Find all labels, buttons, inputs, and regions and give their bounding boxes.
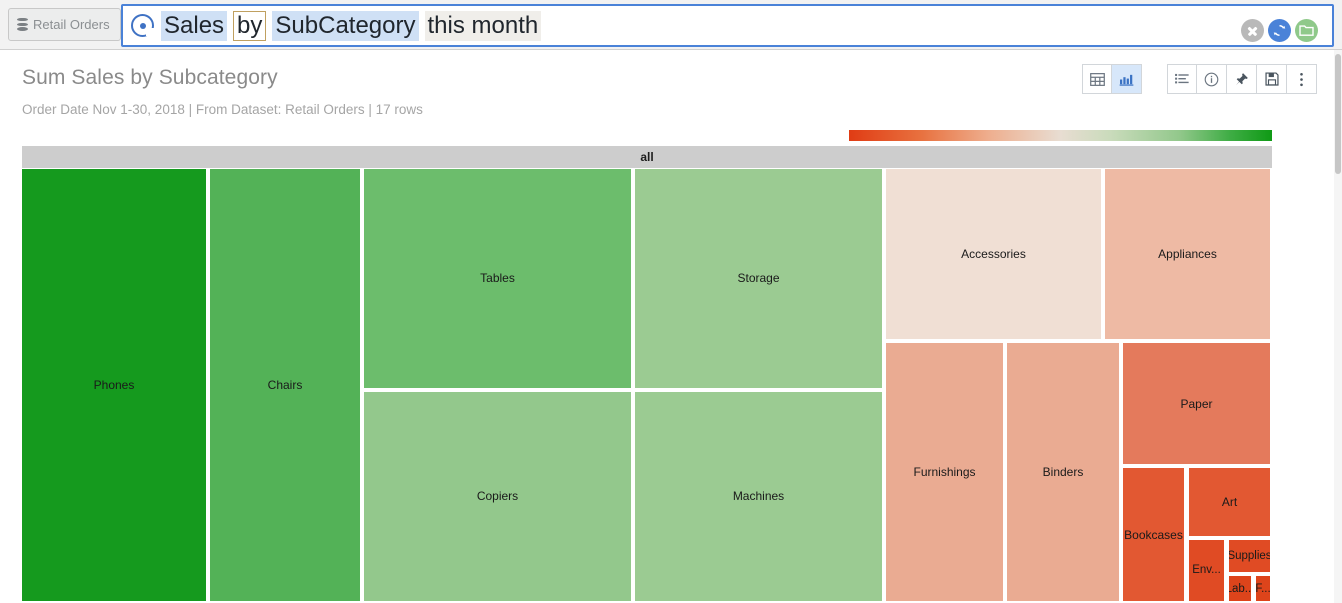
info-button[interactable] (1197, 64, 1227, 94)
treemap-cell-label: Supplies (1229, 549, 1270, 562)
treemap-root-label: all (640, 150, 654, 164)
dataset-chip[interactable]: Retail Orders (8, 8, 121, 41)
save-button[interactable] (1257, 64, 1287, 94)
chart-view-button[interactable] (1112, 64, 1142, 94)
treemap-cell-label: Tables (480, 271, 515, 286)
treemap-cell-label: Machines (732, 489, 785, 504)
treemap-cell[interactable]: Machines (635, 391, 882, 601)
more-options-button[interactable] (1287, 64, 1317, 94)
treemap-cell-label: Paper (1180, 396, 1213, 411)
clear-search-icon[interactable] (1241, 19, 1264, 42)
treemap-cell-label: Art (1221, 495, 1238, 510)
treemap-cell[interactable]: Env... (1189, 539, 1224, 601)
treemap-cell-label: Appliances (1158, 246, 1217, 261)
treemap-chart: all Phones Chairs Tables Copiers Storage Mach… (22, 146, 1272, 603)
page-title: Sum Sales by Subcategory (22, 66, 278, 89)
treemap-cell[interactable]: Binders (1007, 342, 1119, 601)
treemap-cell-label: Storage (737, 271, 780, 286)
treemap-cell-label: Binders (1042, 464, 1084, 479)
treemap-cell[interactable]: Copiers (364, 391, 631, 601)
treemap-cell-label: Copiers (476, 489, 519, 504)
treemap-cell-label: Phones (93, 378, 135, 392)
treemap-cell[interactable]: Bookcases (1123, 468, 1184, 601)
treemap-cell-label: Furnishings (913, 464, 976, 479)
action-toolbar (1158, 64, 1317, 94)
view-toggle-group (1082, 64, 1142, 94)
treemap-cell-label: F... (1256, 582, 1270, 595)
top-search-bar: Retail Orders Phones Sales by SubCategor… (0, 0, 1342, 50)
search-query: Phones Sales by SubCategory this month (131, 6, 547, 45)
treemap-cell[interactable]: Supplies (1229, 539, 1270, 573)
treemap-cell-label: Accessories (961, 246, 1026, 261)
page-subtitle: Order Date Nov 1-30, 2018 | From Dataset… (22, 102, 423, 117)
treemap-cell-label: Chairs (267, 378, 303, 392)
saved-answers-folder-icon[interactable] (1295, 19, 1318, 42)
database-icon (17, 18, 28, 31)
treemap-cell-label: Env... (1192, 564, 1221, 577)
color-scale-legend (849, 130, 1272, 141)
treemap-cell[interactable]: Appliances (1105, 169, 1270, 339)
table-view-button[interactable] (1082, 64, 1112, 94)
query-token-subcategory[interactable]: SubCategory (272, 10, 419, 41)
pin-button[interactable] (1227, 64, 1257, 94)
treemap-cell-label: Bookcases (1124, 527, 1183, 542)
treemap-cell[interactable]: Chairs (210, 169, 360, 601)
dataset-chip-label: Retail Orders (33, 17, 110, 32)
page-scrollbar-thumb[interactable] (1335, 54, 1341, 174)
treemap-cell[interactable]: F... (1256, 576, 1270, 601)
thoughtspot-orb-icon (131, 14, 154, 37)
treemap-cell-label: Lab... (1229, 582, 1251, 595)
treemap-root-header: all (22, 146, 1272, 168)
treemap-cell[interactable]: Furnishings (886, 342, 1003, 601)
treemap-cell[interactable]: Storage (635, 169, 882, 388)
treemap-cell[interactable]: Accessories (886, 169, 1101, 339)
search-input[interactable]: Phones Sales by SubCategory this month (121, 4, 1334, 47)
treemap-cell[interactable]: Phones (22, 169, 206, 601)
treemap-cell[interactable]: Tables (364, 169, 631, 388)
treemap-cell[interactable]: Lab... (1229, 576, 1251, 601)
refresh-icon[interactable] (1268, 19, 1291, 42)
query-token-sales[interactable]: Sales (161, 10, 228, 41)
treemap-cell[interactable]: Art (1189, 468, 1270, 536)
query-token-by[interactable]: by (233, 10, 267, 41)
treemap-cell[interactable]: Paper (1123, 342, 1270, 465)
query-token-this-month[interactable]: this month (424, 10, 542, 41)
chart-config-button[interactable] (1167, 64, 1197, 94)
